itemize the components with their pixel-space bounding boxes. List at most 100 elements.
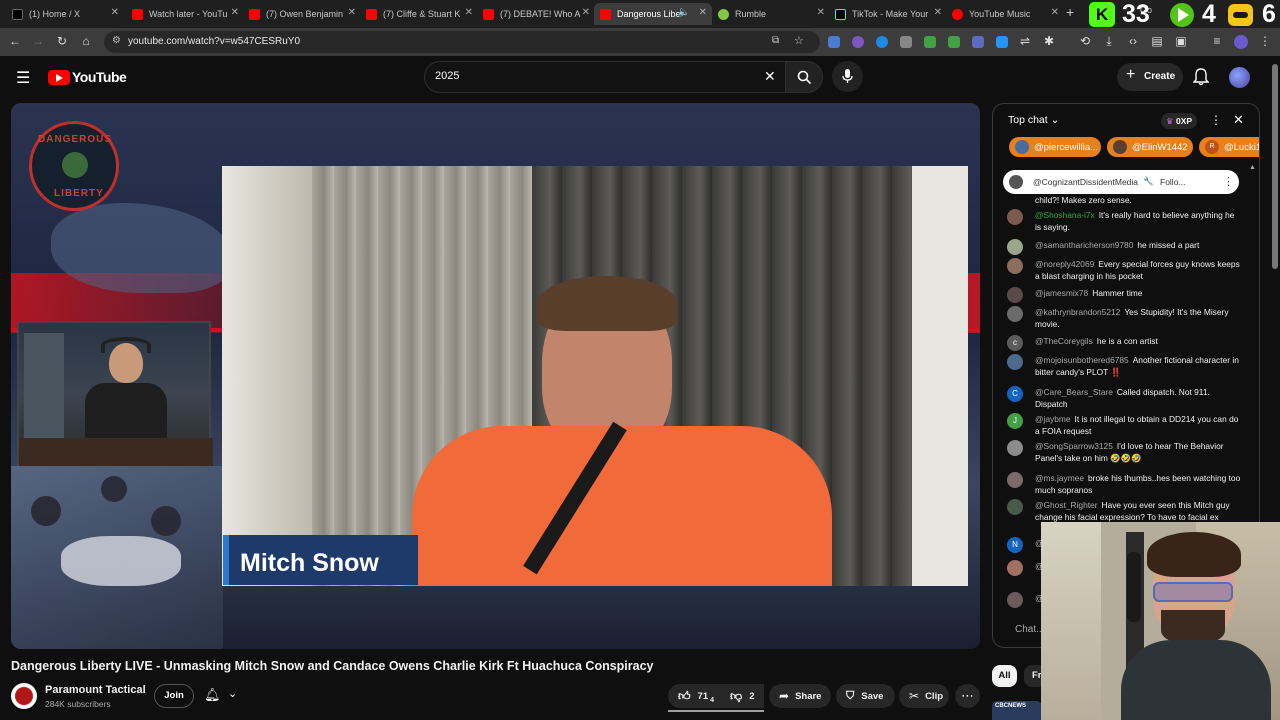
youtube-logo-text[interactable]: YouTube <box>72 69 127 85</box>
clear-search-icon[interactable]: ✕ <box>764 68 776 85</box>
back-icon[interactable]: ← <box>8 34 22 48</box>
chat-message[interactable]: @samantharicherson9780 he missed a part <box>1007 239 1241 255</box>
channel-name[interactable]: Paramount Tactical <box>45 684 146 696</box>
download-icon[interactable]: ⤓ <box>1102 34 1116 48</box>
youtube-logo-icon[interactable] <box>48 70 70 85</box>
close-chat-icon[interactable]: ✕ <box>1233 112 1244 128</box>
cast-icon[interactable]: ⧉ <box>772 35 779 46</box>
extension-icon[interactable] <box>924 36 936 48</box>
hamburger-menu-icon[interactable]: ☰ <box>16 68 30 88</box>
chat-author[interactable]: @samantharicherson9780 <box>1035 240 1133 250</box>
chat-author[interactable]: @kathrynbrandon5212 <box>1035 307 1120 317</box>
avatar[interactable] <box>1007 560 1023 576</box>
chat-author[interactable]: @SongSparrow3125 <box>1035 441 1113 451</box>
browser-tab[interactable]: Rumble ✕ <box>712 3 830 25</box>
clip-button[interactable]: ✂ Clip <box>899 684 949 708</box>
chat-author[interactable]: @TheCoreygils <box>1035 336 1093 346</box>
forward-icon[interactable]: → <box>31 34 45 48</box>
notifications-bell-icon[interactable] <box>1193 68 1209 86</box>
media-icon[interactable]: ≡ <box>1210 34 1224 48</box>
browser-tab[interactable]: (1) Home / X ✕ <box>6 3 124 25</box>
more-actions-icon[interactable]: ⋯ <box>955 684 980 708</box>
avatar[interactable] <box>1007 209 1023 225</box>
chat-message[interactable]: @mojoisunbothered6785 Another fictional c… <box>1007 354 1241 378</box>
avatar[interactable]: N <box>1007 537 1023 553</box>
extension-icon[interactable] <box>852 36 864 48</box>
account-avatar[interactable] <box>1229 67 1250 88</box>
chat-message[interactable]: @Ghost_Righter Have you ever seen this Mi… <box>1007 499 1241 523</box>
create-button[interactable]: + Create <box>1117 63 1183 91</box>
chat-mode-dropdown[interactable]: Top chat ⌄ <box>1008 114 1059 126</box>
bookmark-star-icon[interactable]: ☆ <box>794 34 804 47</box>
chat-message[interactable]: @Shoshana-i7x It's really hard to believe… <box>1007 209 1241 233</box>
history-icon[interactable]: ⟲ <box>1078 34 1092 48</box>
pinned-menu-icon[interactable]: ⋮ <box>1223 175 1234 188</box>
menu-kebab-icon[interactable]: ⋮ <box>1258 34 1272 48</box>
notification-bell-dropdown[interactable]: 🔔︎ ⌄ <box>200 684 248 708</box>
chat-author[interactable]: @ms.jaymee <box>1035 473 1084 483</box>
new-tab-icon[interactable]: + <box>1066 4 1074 20</box>
dislike-button[interactable]: 👎︎ 2 <box>720 684 765 708</box>
avatar[interactable]: C <box>1007 386 1023 402</box>
close-icon[interactable]: ✕ <box>582 7 590 18</box>
close-icon[interactable]: ✕ <box>465 7 473 18</box>
browser-tab-active[interactable]: Dangerous Libe 🔈 ✕ <box>594 3 712 25</box>
extension-icon[interactable] <box>900 36 912 48</box>
avatar[interactable] <box>1007 499 1023 515</box>
join-button[interactable]: Join <box>154 684 194 708</box>
scroll-up-icon[interactable]: ▲ <box>1249 164 1256 171</box>
pinned-banner[interactable]: @CognizantDissidentMedia 🔧 Follo... ⋮ <box>1003 170 1239 194</box>
reload-icon[interactable]: ↻ <box>55 34 69 48</box>
avatar[interactable] <box>1007 239 1023 255</box>
top-donor-pill[interactable]: @ElinW1442 <box>1107 137 1193 157</box>
voice-search-button[interactable] <box>832 61 863 92</box>
address-bar[interactable]: ⚙ youtube.com/watch?v=w547CESRuY0 ⧉ ☆ <box>104 31 820 53</box>
chat-message[interactable]: @kathrynbrandon5212 Yes Stupidity! It's t… <box>1007 306 1241 330</box>
browser-tab[interactable]: (7) Owen Benjamin ✕ <box>243 3 361 25</box>
extension-icon[interactable] <box>948 36 960 48</box>
translate-icon[interactable]: ⇌ <box>1018 34 1032 48</box>
devtools-icon[interactable]: ‹› <box>1126 34 1140 48</box>
extension-icon[interactable] <box>996 36 1008 48</box>
avatar[interactable] <box>1007 354 1023 370</box>
browser-tab[interactable]: Watch later - YouTu ✕ <box>126 3 244 25</box>
close-icon[interactable]: ✕ <box>348 7 356 18</box>
avatar[interactable]: c <box>1007 335 1023 351</box>
profile-avatar[interactable] <box>1234 35 1248 49</box>
points-badge[interactable]: ♛ 0XP <box>1161 113 1198 129</box>
site-info-icon[interactable]: ⚙ <box>112 35 121 46</box>
browser-tab[interactable]: (7) DEBATE! Who A ✕ <box>477 3 595 25</box>
close-icon[interactable]: ✕ <box>699 7 707 18</box>
search-button[interactable] <box>785 61 823 93</box>
avatar[interactable] <box>1007 592 1023 608</box>
chat-author[interactable]: @noreply42069 <box>1035 259 1094 269</box>
close-icon[interactable]: ✕ <box>231 7 239 18</box>
avatar[interactable] <box>1007 306 1023 322</box>
home-icon[interactable]: ⌂ <box>79 34 93 48</box>
pinned-action[interactable]: Follo... <box>1160 177 1186 187</box>
puzzle-icon[interactable]: ✱ <box>1042 34 1056 48</box>
avatar[interactable] <box>1007 287 1023 303</box>
avatar[interactable] <box>1007 258 1023 274</box>
chat-message[interactable]: @SongSparrow3125 I'd love to hear The Beh… <box>1007 440 1241 464</box>
reader-icon[interactable]: ▤ <box>1150 34 1164 48</box>
sidepanel-icon[interactable]: ▣ <box>1174 34 1188 48</box>
browser-tab[interactable]: TikTok - Make Your ✕ <box>829 3 947 25</box>
search-input[interactable]: 2025 ✕ <box>424 61 786 93</box>
chat-author[interactable]: @Care_Bears_Stare <box>1035 387 1113 397</box>
video-player[interactable]: DANGEROUS LIBERTY Mitch Snow <box>11 103 980 649</box>
channel-avatar[interactable] <box>11 683 37 709</box>
avatar[interactable] <box>1007 440 1023 456</box>
extension-icon[interactable] <box>828 36 840 48</box>
avatar[interactable]: J <box>1007 413 1023 429</box>
avatar[interactable] <box>1007 472 1023 488</box>
chat-message[interactable]: c @TheCoreygils he is a con artist <box>1007 335 1241 351</box>
chat-author[interactable]: @Ghost_Righter <box>1035 500 1098 510</box>
top-donor-pill[interactable]: @piercewillia... <box>1009 137 1101 157</box>
related-video-thumbnail[interactable]: CBCNEWS <box>992 701 1042 720</box>
filter-chip-all[interactable]: All <box>992 665 1017 687</box>
close-icon[interactable]: ✕ <box>817 7 825 18</box>
close-icon[interactable]: ✕ <box>934 7 942 18</box>
close-icon[interactable]: ✕ <box>111 7 119 18</box>
extension-icon[interactable] <box>972 36 984 48</box>
